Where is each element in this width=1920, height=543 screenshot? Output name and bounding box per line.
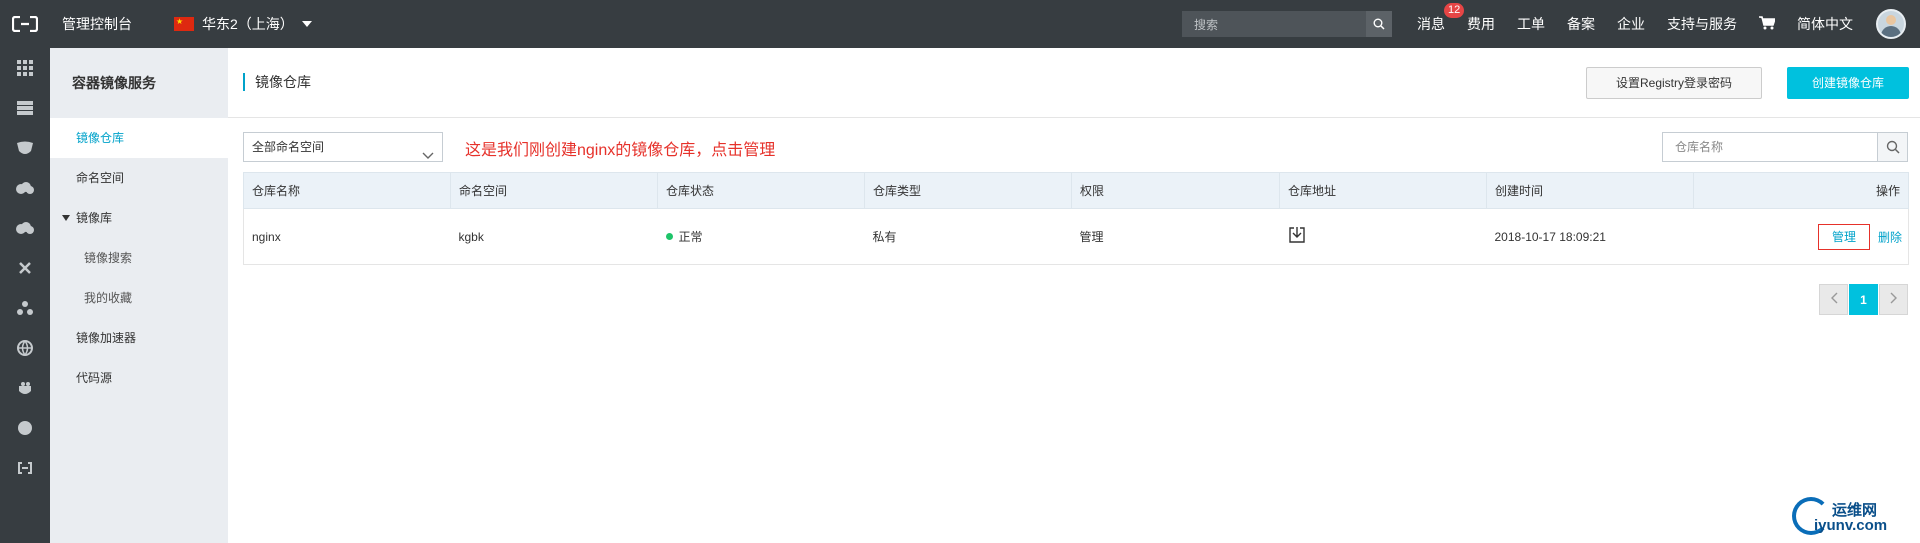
server-icon[interactable] bbox=[0, 88, 50, 128]
sidebar-item-code-source[interactable]: 代码源 bbox=[50, 358, 228, 398]
col-header-actions: 操作 bbox=[1693, 172, 1909, 209]
create-repository-button[interactable]: 创建镜像仓库 bbox=[1787, 67, 1909, 99]
watermark-en-text: iyunv.com bbox=[1814, 517, 1888, 534]
region-label: 华东2（上海） bbox=[202, 16, 294, 32]
namespace-select-value: 全部命名空间 bbox=[252, 140, 325, 154]
set-registry-password-button[interactable]: 设置Registry登录密码 bbox=[1586, 67, 1762, 99]
globe-icon[interactable] bbox=[0, 328, 50, 368]
cart-icon[interactable] bbox=[1759, 15, 1777, 33]
repo-created-time: 2018-10-17 18:09:21 bbox=[1486, 208, 1694, 265]
col-header-name: 仓库名称 bbox=[243, 172, 451, 209]
table-row: nginx kgbk 正常 私有 管理 2018-10-17 18:09:21 … bbox=[243, 208, 1909, 265]
sidebar-title: 容器镜像服务 bbox=[72, 75, 156, 91]
topnav-support[interactable]: 支持与服务 bbox=[1667, 14, 1737, 34]
col-header-permission: 权限 bbox=[1071, 172, 1280, 209]
namespace-select[interactable]: 全部命名空间 bbox=[243, 132, 443, 162]
service-sidebar: 容器镜像服务 镜像仓库 命名空间 镜像库 镜像搜索 我的收藏 镜像加速器 代码源 bbox=[50, 48, 228, 543]
global-search-input[interactable]: 搜索 bbox=[1182, 11, 1392, 37]
circle-icon[interactable] bbox=[0, 408, 50, 448]
chevron-down-icon bbox=[301, 21, 312, 27]
cluster-icon[interactable] bbox=[0, 288, 50, 328]
page-title: 镜像仓库 bbox=[243, 73, 311, 91]
repo-namespace: kgbk bbox=[450, 208, 658, 265]
console-home-link[interactable]: 管理控制台 bbox=[62, 14, 132, 34]
repo-actions: 管理 删除 bbox=[1693, 208, 1909, 265]
container-icon[interactable] bbox=[0, 368, 50, 408]
prev-page-button[interactable] bbox=[1819, 284, 1848, 315]
repo-permission: 管理 bbox=[1071, 208, 1280, 265]
repo-status-text: 正常 bbox=[678, 230, 703, 244]
cloud-upload-icon[interactable] bbox=[0, 208, 50, 248]
sidebar-item-favorites[interactable]: 我的收藏 bbox=[50, 278, 228, 318]
sidebar-item-image-library[interactable]: 镜像库 bbox=[50, 198, 228, 238]
chevron-down-icon bbox=[422, 142, 434, 170]
language-selector[interactable]: 简体中文 bbox=[1797, 14, 1853, 34]
shield-icon[interactable] bbox=[0, 128, 50, 168]
topnav-billing[interactable]: 费用 bbox=[1467, 14, 1495, 34]
bracket-icon[interactable] bbox=[0, 448, 50, 488]
search-icon[interactable] bbox=[1877, 133, 1907, 161]
manage-button[interactable]: 管理 bbox=[1817, 223, 1870, 250]
table-header-row: 仓库名称 命名空间 仓库状态 仓库类型 权限 仓库地址 创建时间 操作 bbox=[243, 172, 1909, 209]
apps-grid-icon[interactable] bbox=[0, 48, 50, 88]
region-selector[interactable]: 华东2（上海） bbox=[174, 14, 312, 34]
filter-row: 全部命名空间 这是我们刚创建nginx的镜像仓库，点击管理 bbox=[243, 132, 1908, 162]
message-count-badge: 12 bbox=[1444, 3, 1465, 18]
topnav-messages-label: 消息 bbox=[1417, 16, 1445, 32]
download-icon[interactable] bbox=[1288, 226, 1306, 247]
china-flag-icon bbox=[174, 17, 194, 31]
col-header-address: 仓库地址 bbox=[1279, 172, 1487, 209]
repo-type: 私有 bbox=[864, 208, 1072, 265]
topnav-icp-filing[interactable]: 备案 bbox=[1567, 14, 1595, 34]
sidebar-item-accelerator[interactable]: 镜像加速器 bbox=[50, 318, 228, 358]
annotation-text: 这是我们刚创建nginx的镜像仓库，点击管理 bbox=[465, 142, 776, 159]
sidebar-item-namespaces[interactable]: 命名空间 bbox=[50, 158, 228, 198]
repo-address bbox=[1279, 208, 1487, 265]
col-header-type: 仓库类型 bbox=[864, 172, 1072, 209]
site-watermark: 运维网 iyunv.com bbox=[1792, 497, 1902, 537]
aliyun-logo-icon[interactable] bbox=[0, 0, 50, 48]
sidebar-item-repositories[interactable]: 镜像仓库 bbox=[50, 118, 228, 158]
network-icon[interactable] bbox=[0, 248, 50, 288]
chevron-left-icon bbox=[1830, 292, 1838, 307]
search-icon[interactable] bbox=[1366, 11, 1392, 37]
product-icon-rail bbox=[0, 48, 50, 543]
sidebar-item-label: 镜像库 bbox=[76, 211, 113, 225]
repository-table: 仓库名称 命名空间 仓库状态 仓库类型 权限 仓库地址 创建时间 操作 ngin… bbox=[243, 172, 1909, 265]
expand-triangle-icon bbox=[62, 215, 70, 221]
topnav-enterprise[interactable]: 企业 bbox=[1617, 14, 1645, 34]
pagination: 1 bbox=[1818, 284, 1908, 315]
topnav-messages[interactable]: 消息 12 bbox=[1417, 3, 1465, 34]
col-header-created: 创建时间 bbox=[1486, 172, 1694, 209]
sidebar-item-image-search[interactable]: 镜像搜索 bbox=[50, 238, 228, 278]
main-content: 镜像仓库 设置Registry登录密码 创建镜像仓库 全部命名空间 这是我们刚创… bbox=[228, 48, 1920, 543]
delete-link[interactable]: 删除 bbox=[1878, 230, 1902, 244]
next-page-button[interactable] bbox=[1879, 284, 1908, 315]
status-dot-icon bbox=[665, 233, 673, 240]
repo-search-input[interactable] bbox=[1663, 133, 1863, 161]
top-navbar: 管理控制台 华东2（上海） 搜索 消息 12 费用 工单 备案 企业 支持与服务… bbox=[0, 0, 1920, 48]
repo-search-field bbox=[1662, 132, 1908, 162]
user-avatar[interactable] bbox=[1876, 9, 1906, 39]
page-button-current[interactable]: 1 bbox=[1849, 284, 1878, 315]
repo-name: nginx bbox=[243, 208, 451, 265]
global-search-placeholder: 搜索 bbox=[1194, 17, 1219, 32]
cloud-icon[interactable] bbox=[0, 168, 50, 208]
topnav-tickets[interactable]: 工单 bbox=[1517, 14, 1545, 34]
col-header-namespace: 命名空间 bbox=[450, 172, 658, 209]
chevron-right-icon bbox=[1890, 292, 1898, 307]
page-header: 镜像仓库 设置Registry登录密码 创建镜像仓库 bbox=[228, 48, 1920, 118]
col-header-status: 仓库状态 bbox=[657, 172, 865, 209]
repo-status: 正常 bbox=[657, 208, 865, 265]
